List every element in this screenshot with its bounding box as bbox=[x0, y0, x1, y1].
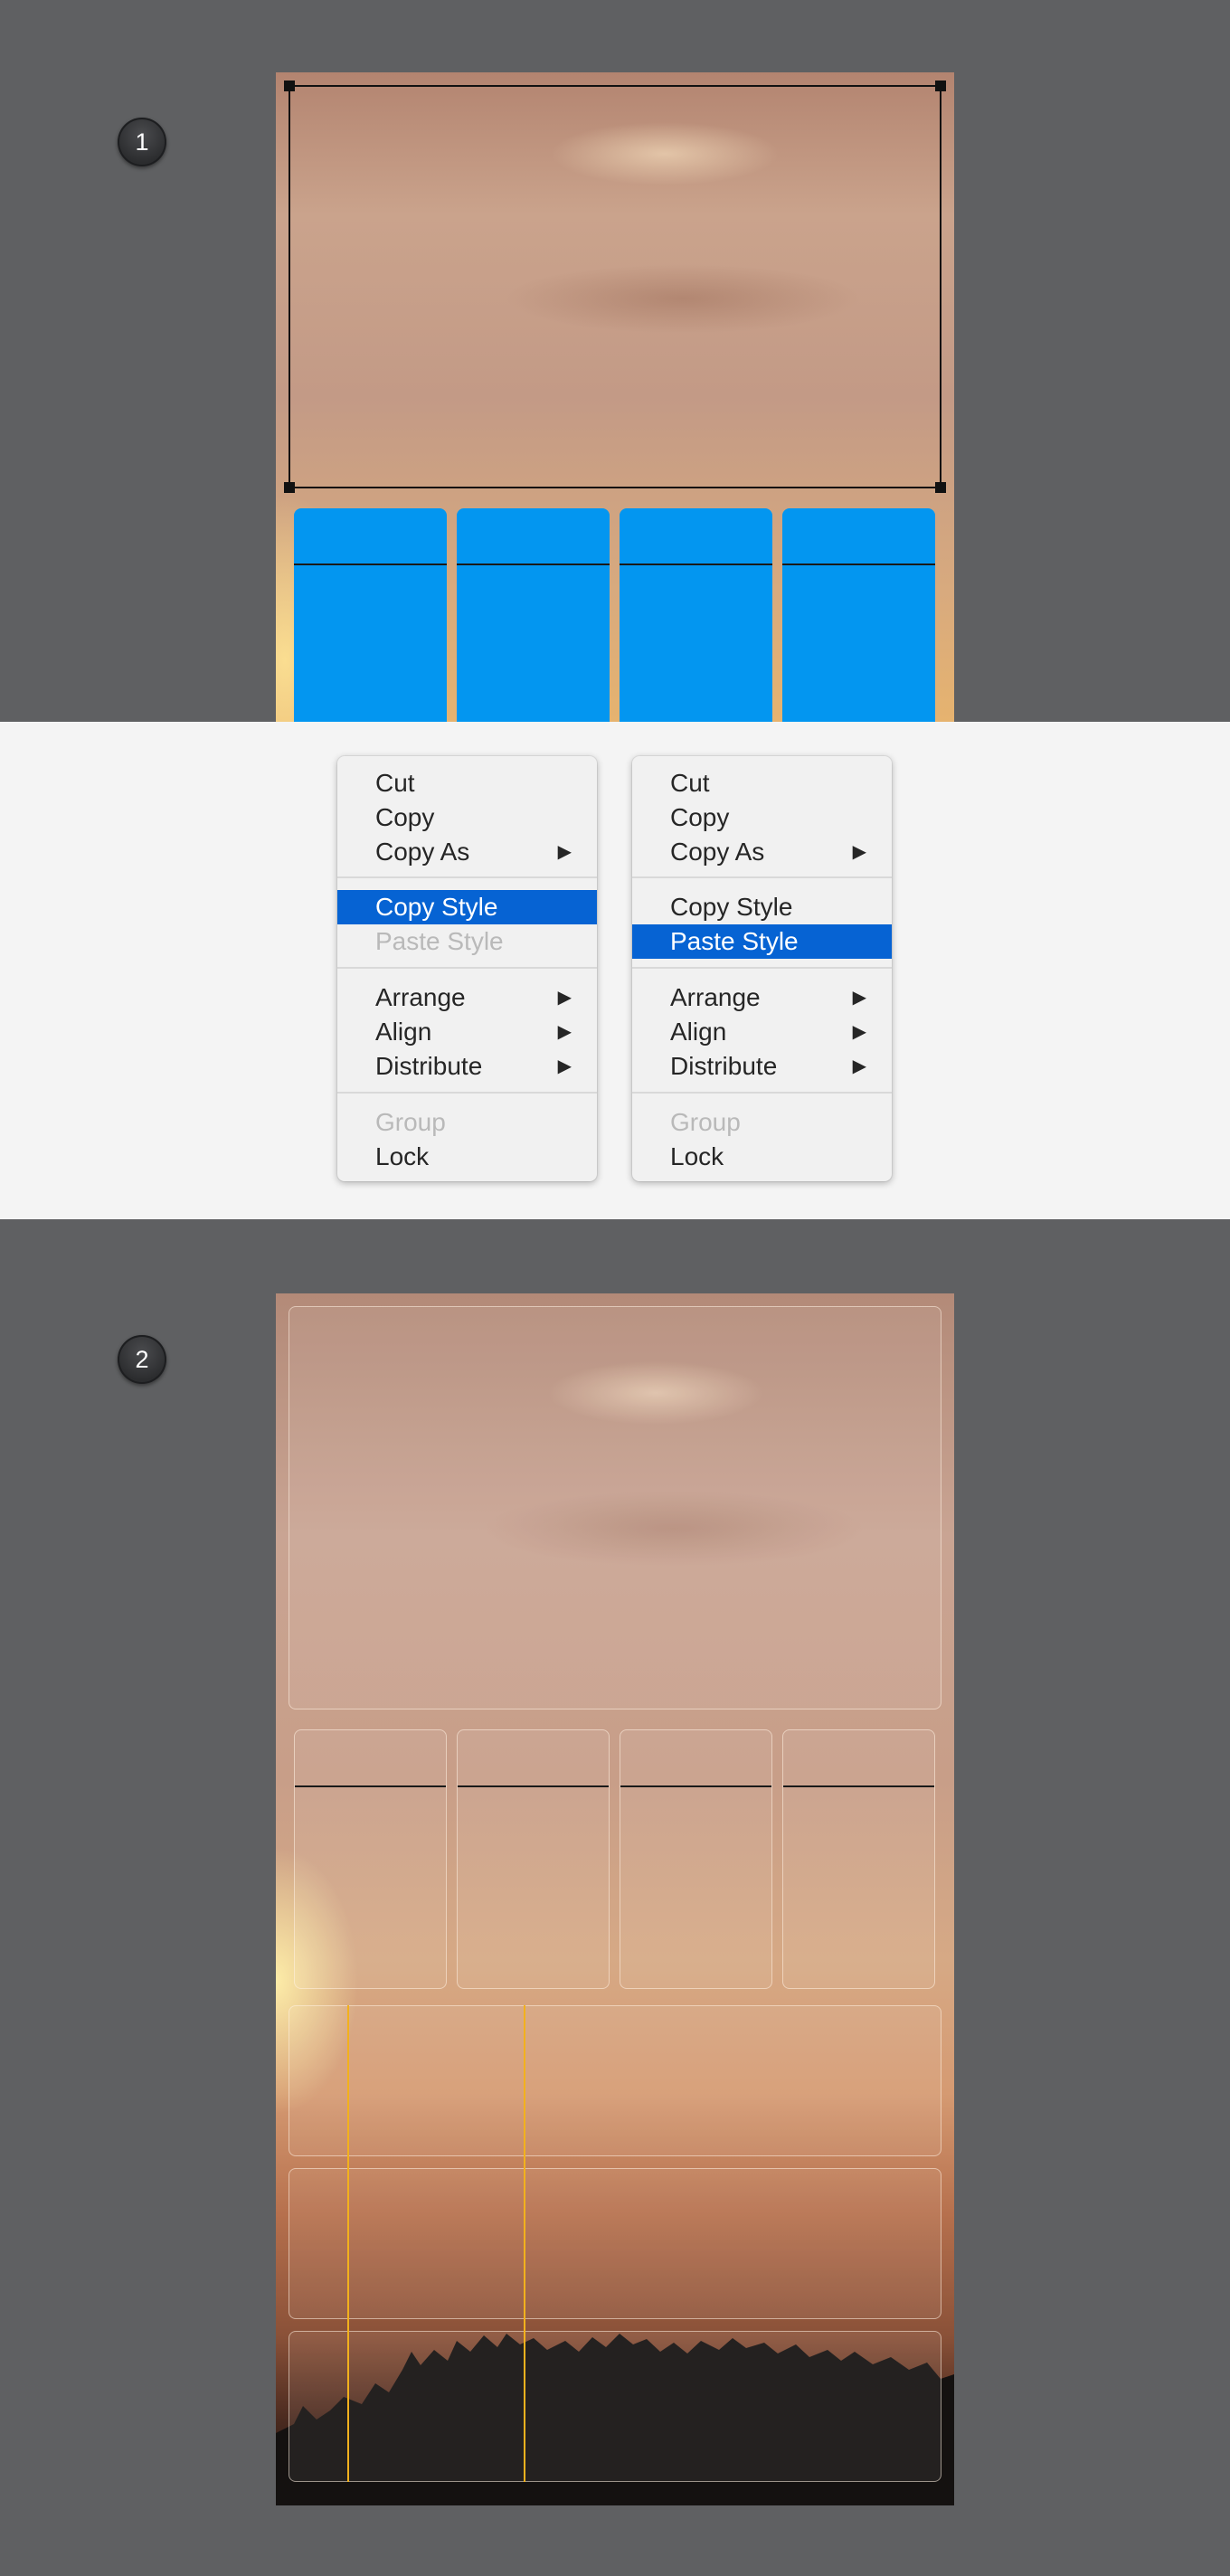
menu-item-label: Copy Style bbox=[375, 893, 498, 921]
menu-item-group: Group bbox=[337, 1105, 597, 1140]
menu-separator bbox=[632, 1092, 892, 1094]
menu-item-label: Copy bbox=[375, 803, 435, 831]
step-1-badge: 1 bbox=[118, 118, 166, 166]
menu-item-paste-style[interactable]: Paste Style bbox=[632, 924, 892, 959]
triangle-right-icon: ▶ bbox=[557, 842, 572, 862]
resize-handle-bottom-right[interactable] bbox=[935, 482, 946, 493]
tile-card-1[interactable] bbox=[294, 1729, 447, 1989]
guide-line-1 bbox=[347, 2005, 349, 2482]
menu-item-label: Copy As bbox=[375, 838, 470, 866]
tile-divider bbox=[294, 564, 447, 565]
triangle-right-icon: ▶ bbox=[557, 1056, 572, 1076]
tile-divider bbox=[620, 1785, 771, 1787]
triangle-right-icon: ▶ bbox=[557, 1022, 572, 1042]
menu-separator bbox=[632, 967, 892, 969]
blue-tile-2[interactable] bbox=[457, 508, 610, 722]
tile-divider bbox=[458, 1785, 609, 1787]
menu-item-lock[interactable]: Lock bbox=[632, 1140, 892, 1174]
menu-item-arrange[interactable]: Arrange ▶ bbox=[632, 980, 892, 1015]
menu-item-distribute[interactable]: Distribute ▶ bbox=[337, 1049, 597, 1084]
menu-item-cut[interactable]: Cut bbox=[337, 766, 597, 800]
menu-item-label: Group bbox=[375, 1108, 446, 1136]
context-menu-copy-style: Cut Copy Copy As ▶ Copy Style Paste Style… bbox=[337, 756, 597, 1181]
tile-divider bbox=[295, 1785, 446, 1787]
menu-item-label: Align bbox=[670, 1018, 727, 1046]
triangle-right-icon: ▶ bbox=[852, 1056, 866, 1076]
step-1-panel: 1 bbox=[0, 0, 1230, 722]
resize-handle-top-right[interactable] bbox=[935, 80, 946, 91]
menu-item-label: Copy bbox=[670, 803, 730, 831]
menu-item-cut[interactable]: Cut bbox=[632, 766, 892, 800]
row-card-1[interactable] bbox=[289, 2005, 941, 2156]
menu-separator bbox=[337, 876, 597, 878]
menu-item-copy[interactable]: Copy bbox=[337, 800, 597, 835]
menu-item-label: Distribute bbox=[670, 1052, 778, 1080]
tile-divider bbox=[620, 564, 772, 565]
blue-tile-4[interactable] bbox=[782, 508, 935, 722]
menu-item-label: Cut bbox=[375, 769, 415, 797]
artboard-step-2[interactable] bbox=[276, 1293, 954, 2505]
menu-item-label: Align bbox=[375, 1018, 432, 1046]
menu-item-label: Paste Style bbox=[670, 927, 799, 955]
artboard-step-1[interactable] bbox=[276, 72, 954, 722]
menu-item-label: Paste Style bbox=[375, 927, 504, 955]
resize-handle-bottom-left[interactable] bbox=[284, 482, 295, 493]
row-card-2[interactable] bbox=[289, 2168, 941, 2319]
menu-item-label: Copy Style bbox=[670, 893, 793, 921]
menu-item-copy-as[interactable]: Copy As ▶ bbox=[337, 835, 597, 869]
resize-handle-top-left[interactable] bbox=[284, 80, 295, 91]
tile-card-3[interactable] bbox=[620, 1729, 772, 1989]
triangle-right-icon: ▶ bbox=[852, 1022, 866, 1042]
menu-item-label: Lock bbox=[670, 1142, 724, 1170]
menu-item-label: Copy As bbox=[670, 838, 765, 866]
menu-item-arrange[interactable]: Arrange ▶ bbox=[337, 980, 597, 1015]
menu-item-align[interactable]: Align ▶ bbox=[632, 1015, 892, 1049]
tile-card-2[interactable] bbox=[457, 1729, 610, 1989]
menu-item-copy-style[interactable]: Copy Style bbox=[337, 890, 597, 924]
menu-item-distribute[interactable]: Distribute ▶ bbox=[632, 1049, 892, 1084]
step-2-badge: 2 bbox=[118, 1335, 166, 1384]
step-2-panel: 2 bbox=[0, 1219, 1230, 2576]
menu-item-copy-as[interactable]: Copy As ▶ bbox=[632, 835, 892, 869]
menu-item-label: Lock bbox=[375, 1142, 430, 1170]
menu-separator bbox=[337, 1092, 597, 1094]
menu-item-label: Distribute bbox=[375, 1052, 483, 1080]
menu-item-label: Cut bbox=[670, 769, 710, 797]
context-menu-band: Cut Copy Copy As ▶ Copy Style Paste Style… bbox=[0, 722, 1230, 1219]
tile-divider bbox=[783, 1785, 934, 1787]
menu-item-align[interactable]: Align ▶ bbox=[337, 1015, 597, 1049]
menu-item-lock[interactable]: Lock bbox=[337, 1140, 597, 1174]
triangle-right-icon: ▶ bbox=[852, 842, 866, 862]
menu-item-group: Group bbox=[632, 1105, 892, 1140]
menu-item-copy-style[interactable]: Copy Style bbox=[632, 890, 892, 924]
blue-tile-3[interactable] bbox=[620, 508, 772, 722]
selected-header-shape[interactable] bbox=[284, 80, 946, 493]
header-card[interactable] bbox=[289, 1306, 941, 1709]
context-menu-paste-style: Cut Copy Copy As ▶ Copy Style Paste Style… bbox=[632, 756, 892, 1181]
menu-item-paste-style: Paste Style bbox=[337, 924, 597, 959]
tile-card-4[interactable] bbox=[782, 1729, 935, 1989]
tile-divider bbox=[782, 564, 935, 565]
menu-separator bbox=[632, 876, 892, 878]
menu-item-label: Arrange bbox=[670, 983, 761, 1011]
row-card-3[interactable] bbox=[289, 2331, 941, 2482]
menu-separator bbox=[337, 967, 597, 969]
tile-divider bbox=[457, 564, 610, 565]
menu-item-copy[interactable]: Copy bbox=[632, 800, 892, 835]
triangle-right-icon: ▶ bbox=[852, 988, 866, 1008]
menu-item-label: Group bbox=[670, 1108, 741, 1136]
menu-item-label: Arrange bbox=[375, 983, 466, 1011]
triangle-right-icon: ▶ bbox=[557, 988, 572, 1008]
blue-tile-1[interactable] bbox=[294, 508, 447, 722]
guide-line-2 bbox=[524, 2005, 525, 2482]
